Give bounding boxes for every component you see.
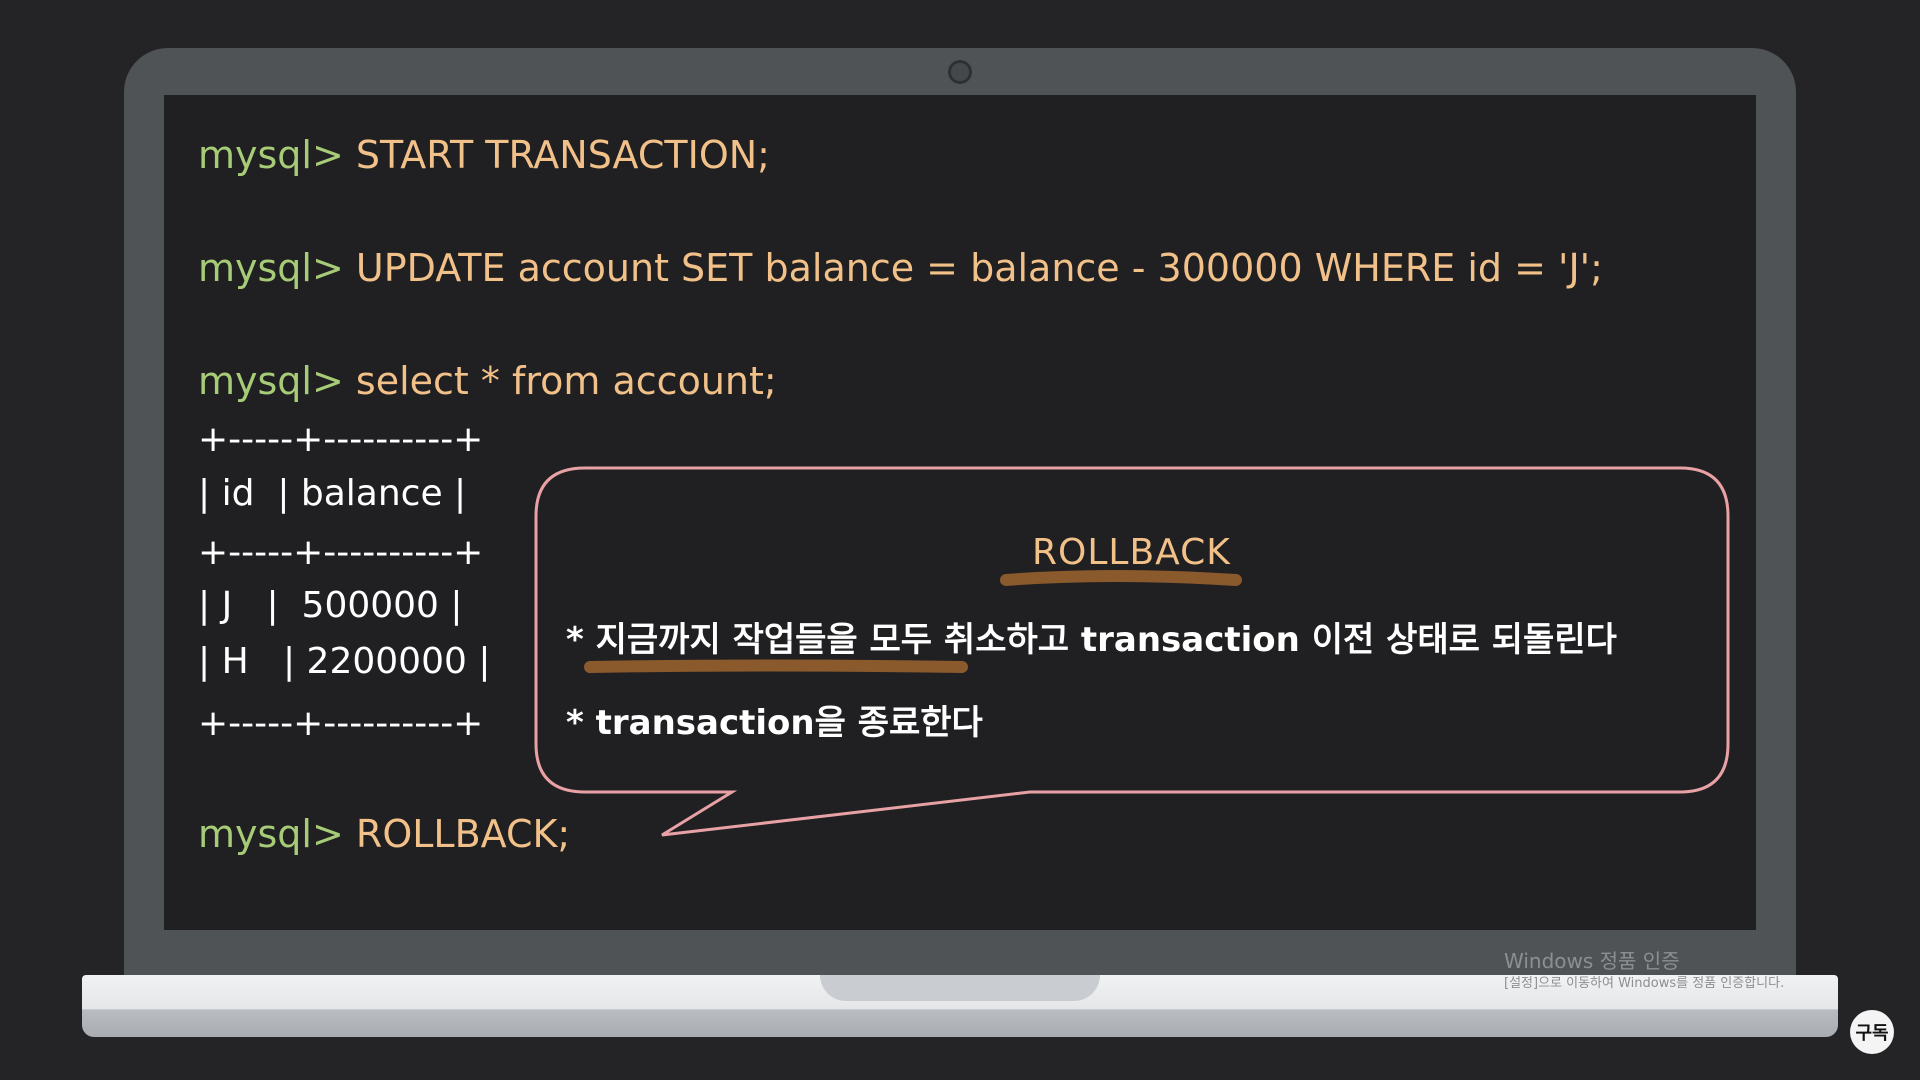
callout-bullet: * transaction을 종료한다	[566, 703, 983, 743]
callout-bullet: * 지금까지 작업들을 모두 취소하고 transaction 이전 상태로 되…	[566, 620, 1617, 660]
callout-title: ROLLBACK	[1032, 532, 1231, 573]
callout-bubble	[534, 466, 1730, 837]
title-underline	[1000, 570, 1242, 586]
bullet-underline	[584, 659, 968, 673]
subscribe-button[interactable]: 구독	[1850, 1010, 1894, 1054]
windows-activation-title: Windows 정품 인증	[1504, 949, 1680, 973]
windows-activation-hint: [설정]으로 이동하여 Windows를 정품 인증합니다.	[1504, 976, 1785, 991]
